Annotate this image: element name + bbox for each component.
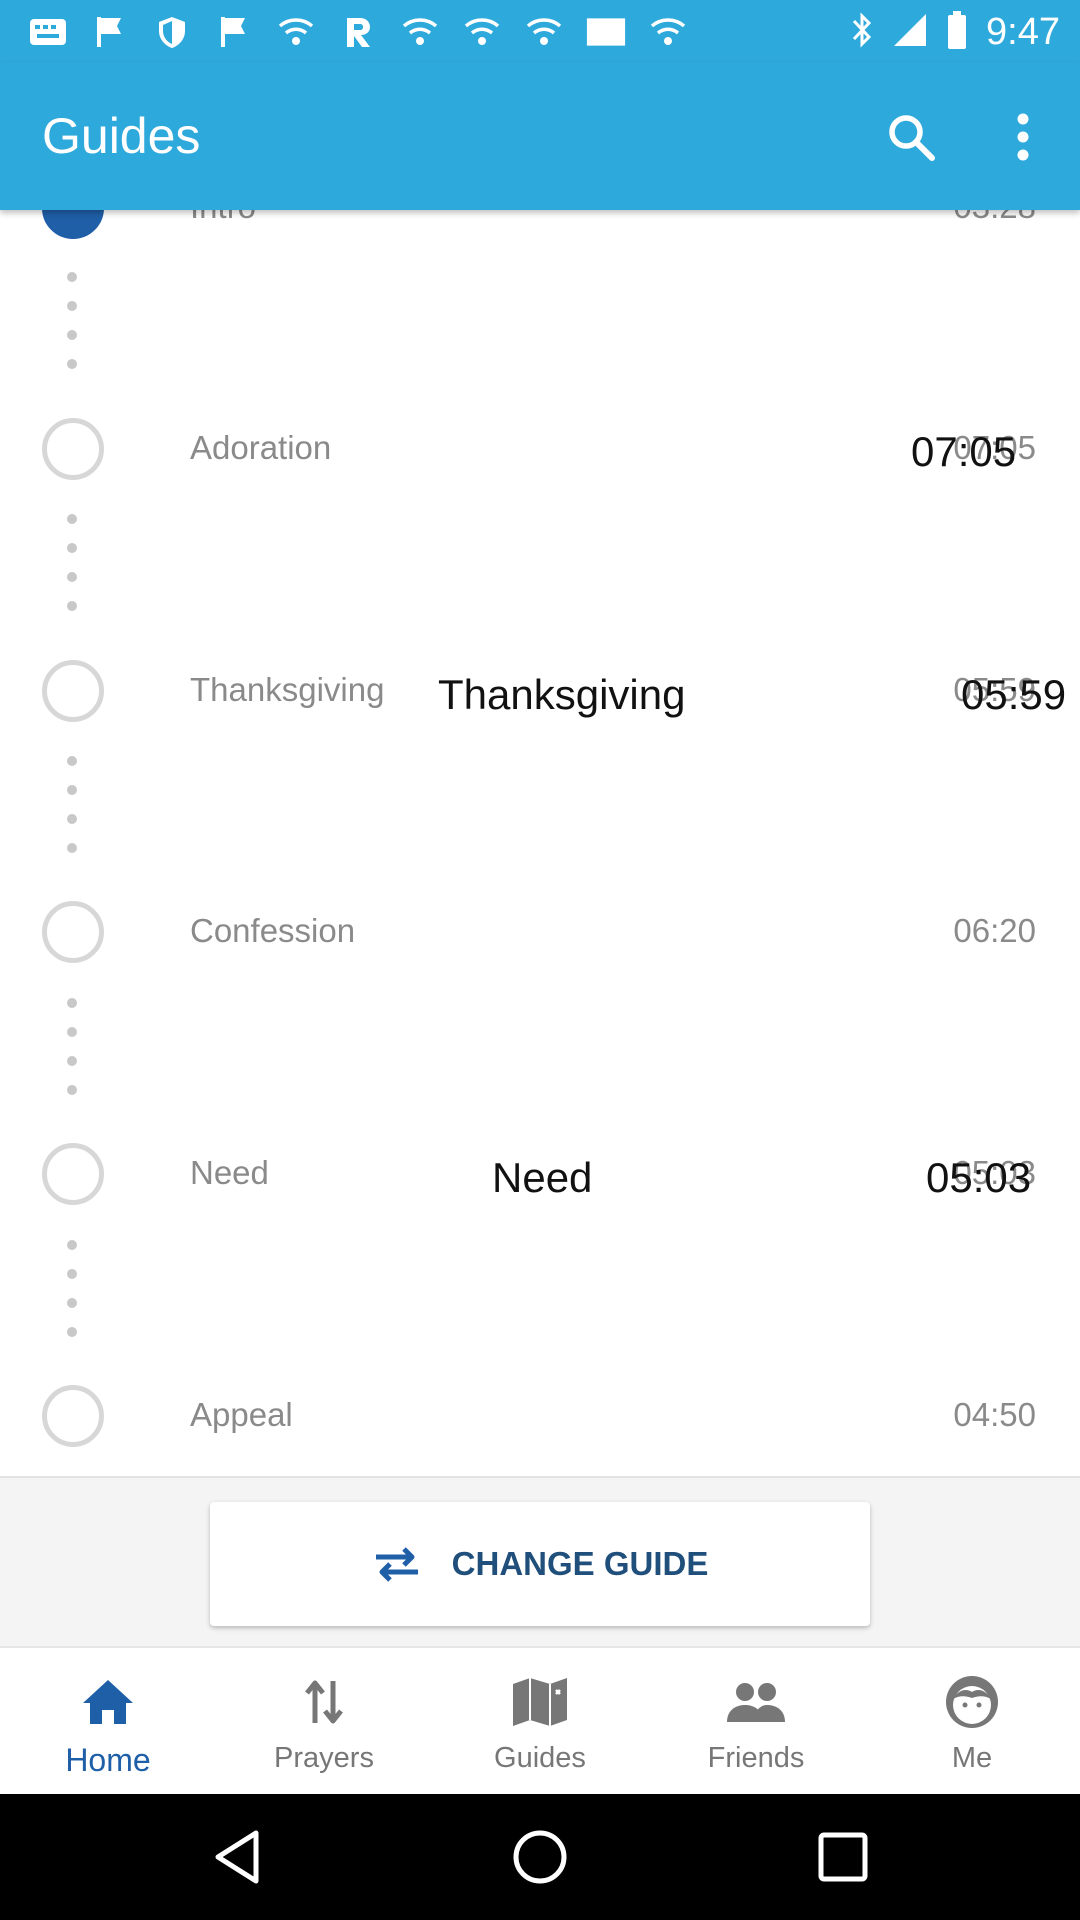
search-button[interactable] [875,101,947,173]
map-icon [510,1672,570,1732]
step-duration: 06:20 [953,912,1036,949]
nav-friends[interactable]: Friends [648,1648,864,1794]
overlay-need-duration: 05:03 [926,1154,1032,1201]
change-guide-button[interactable]: CHANGE GUIDE [210,1502,870,1626]
recents-button[interactable] [808,1822,878,1892]
step-indicator [42,1385,104,1447]
page-title: Guides [42,108,201,164]
step-connector [67,756,79,872]
step-label: Appeal [190,1396,293,1433]
nav-label: Me [951,1742,993,1774]
step-indicator [42,418,104,480]
more-options-button[interactable] [987,101,1059,173]
guide-steps-list: Intro 03:28 Adoration 07:05 Thanksgiving… [0,210,1080,1476]
step-indicator [42,660,104,722]
overlay-need-label: Need [492,1154,593,1201]
step-label: Intro [190,210,256,226]
step-indicator [42,1143,104,1205]
step-duration: 04:50 [953,1396,1036,1433]
people-icon [726,1672,786,1732]
battery-icon [946,10,968,55]
back-button[interactable] [202,1822,272,1892]
overlay-thanksgiving-label: Thanksgiving [438,671,686,718]
wifi-icon [462,14,502,50]
blank-card-icon [586,14,626,50]
nav-label: Prayers [274,1742,374,1774]
app-bar: Guides [0,63,1080,210]
system-icons: 9:47 [850,10,1060,55]
overlay-thanksgiving-duration: 05:59 [961,671,1067,718]
signal-icon [892,12,928,53]
wifi-icon [648,14,688,50]
wifi-icon [400,14,440,50]
bluetooth-icon [850,10,874,55]
flag-icon [214,14,254,50]
back-icon [215,1830,259,1884]
message-icon [28,14,68,50]
swap-vertical-icon [294,1672,354,1732]
step-connector [67,998,79,1114]
more-vert-icon [1017,113,1029,161]
nav-guides[interactable]: Guides [432,1648,648,1794]
step-label: Adoration [190,429,332,466]
step-connector [67,272,79,388]
step-connector [67,1240,79,1356]
system-navigation-bar [0,1794,1080,1920]
guide-step-appeal[interactable]: Appeal 04:50 [0,1366,1080,1466]
search-icon [889,115,935,161]
guide-step-intro[interactable]: Intro 03:28 [0,210,1080,258]
change-guide-area: CHANGE GUIDE [0,1476,1080,1646]
nav-label: Home [65,1742,151,1778]
step-duration: 03:28 [953,210,1036,226]
overlay-adoration-duration: 07:05 [911,428,1017,475]
face-icon [942,1672,1002,1732]
bottom-navigation: Home Prayers Guides Friends Me [0,1646,1080,1794]
nav-home[interactable]: Home [0,1648,216,1794]
nav-prayers[interactable]: Prayers [216,1648,432,1794]
home-icon [78,1672,138,1732]
flag-icon [90,14,130,50]
swap-arrows-icon [375,1547,418,1582]
step-label: Need [190,1154,269,1191]
nav-label: Friends [707,1742,805,1774]
nav-me[interactable]: Me [864,1648,1080,1794]
home-circle-icon [513,1830,567,1884]
step-indicator-active [42,210,104,239]
recents-icon [818,1832,868,1882]
r-app-icon [338,14,378,50]
guide-step-confession[interactable]: Confession 06:20 [0,882,1080,982]
home-system-button[interactable] [505,1822,575,1892]
step-indicator [42,901,104,963]
wifi-icon [524,14,564,50]
shield-icon [152,14,192,50]
change-guide-label: CHANGE GUIDE [451,1545,709,1582]
step-label: Thanksgiving [190,671,385,708]
wifi-icon [276,14,316,50]
step-label: Confession [190,912,356,949]
status-bar: 9:47 [0,0,1080,63]
nav-label: Guides [494,1742,586,1774]
notification-icons [28,14,688,50]
clock: 9:47 [986,11,1060,53]
step-connector [67,514,79,630]
